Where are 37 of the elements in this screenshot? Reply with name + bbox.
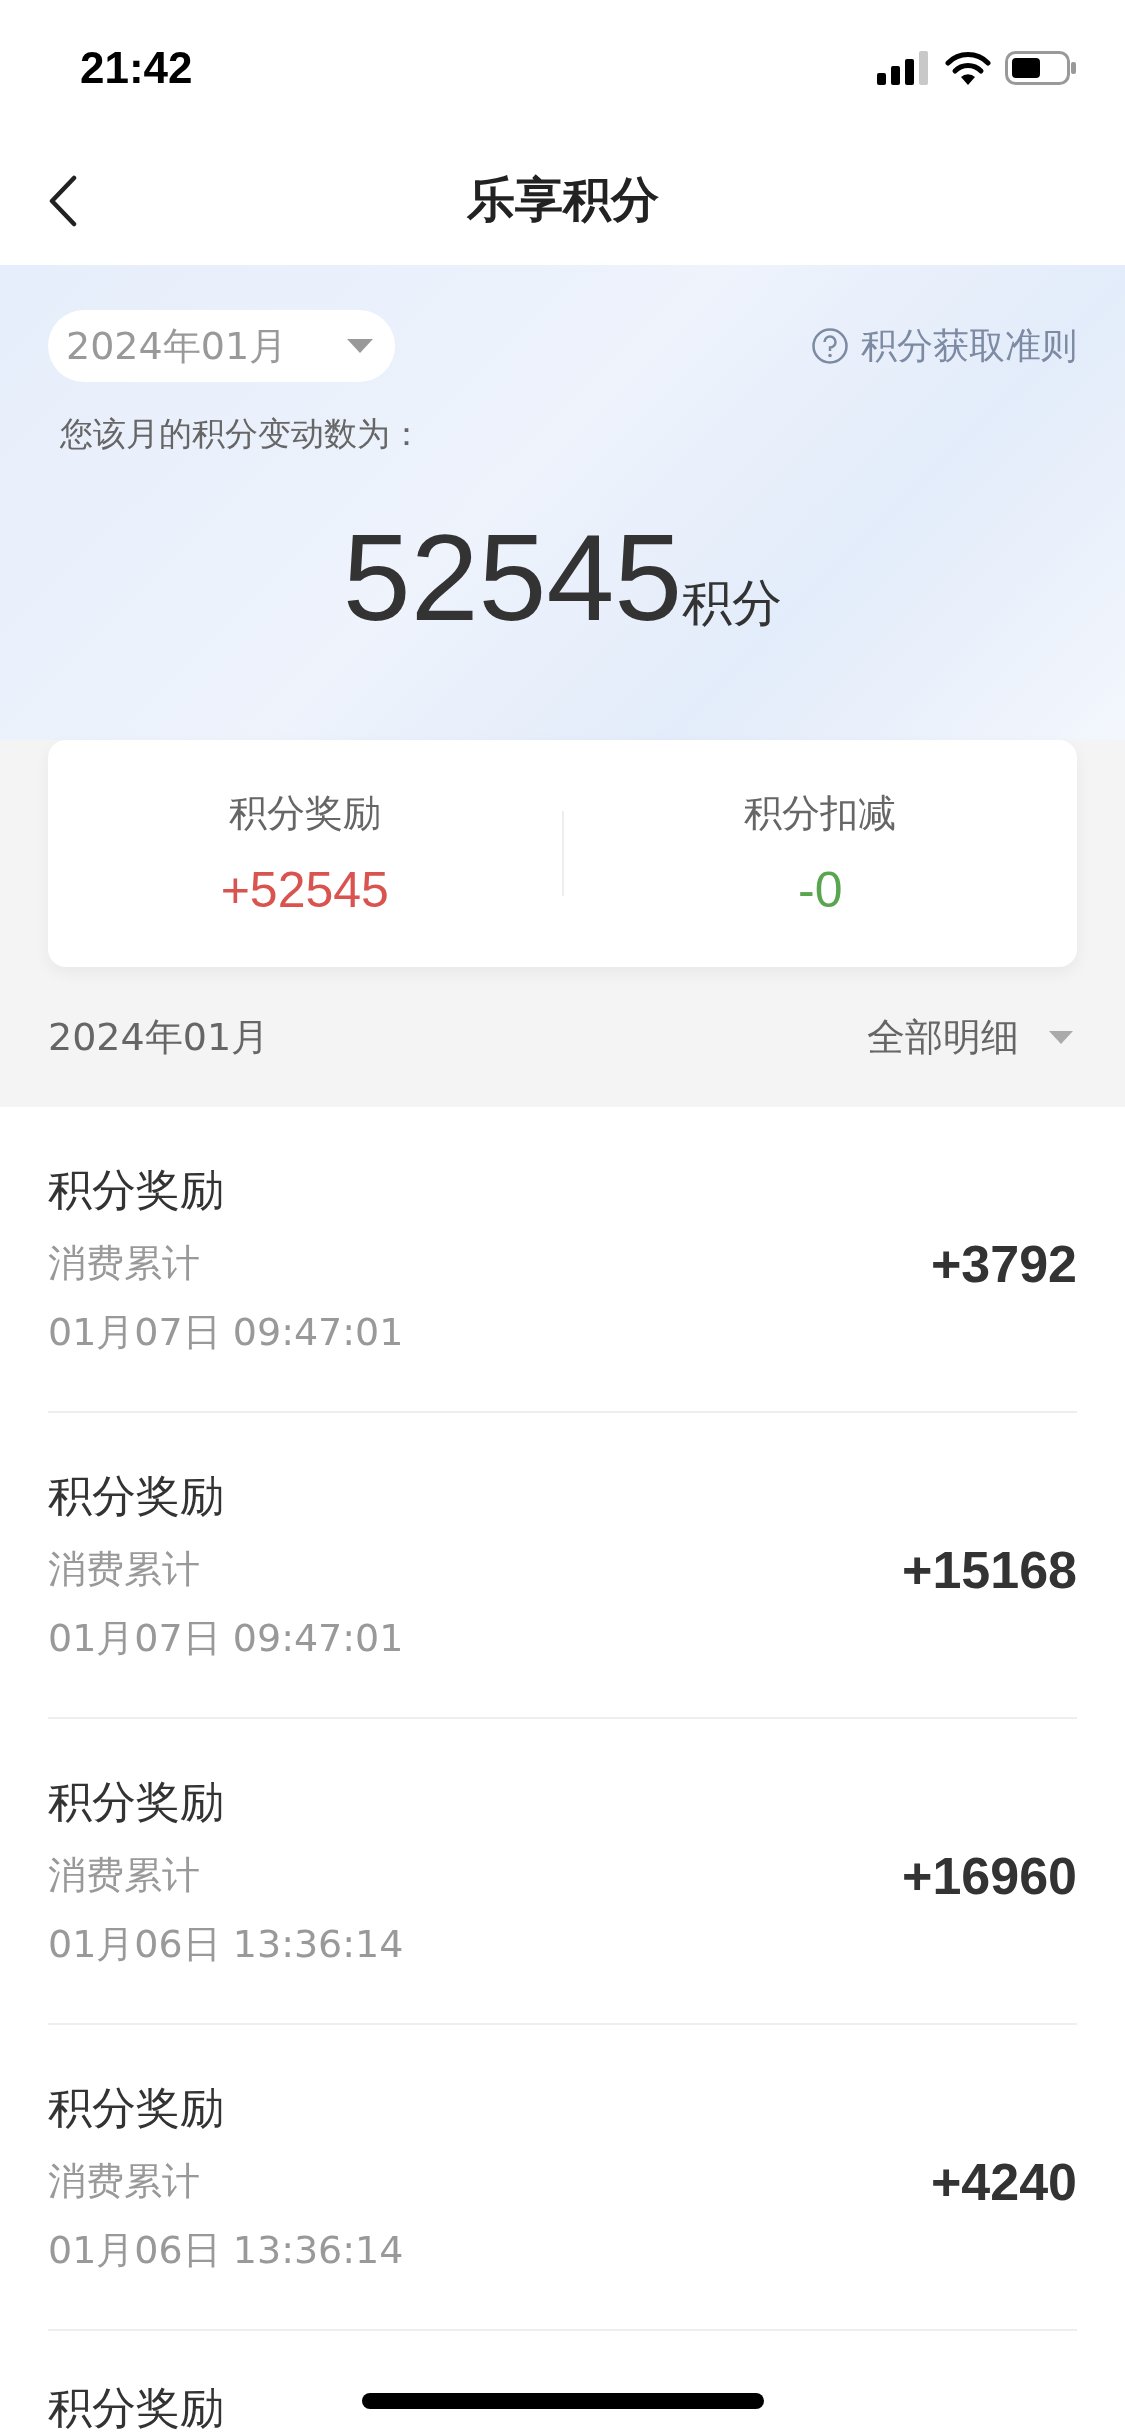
caret-icon [347, 339, 374, 353]
list-month: 2024年01月 [48, 1013, 270, 1061]
status-time: 21:42 [80, 42, 193, 93]
summary-value: +52545 [220, 861, 389, 919]
record-source: 消费累计 [48, 2157, 201, 2205]
help-icon[interactable] [811, 327, 849, 365]
record-time: 01月07日 09:47:01 [48, 1614, 404, 1662]
record-amount: +15168 [902, 1540, 1077, 1600]
record-amount: +16960 [902, 1846, 1077, 1906]
record-amount: +4240 [930, 2152, 1077, 2212]
record-title: 积分奖励 [48, 1162, 225, 1217]
total-points: 52545 [342, 517, 683, 639]
record-source: 消费累计 [48, 1851, 201, 1899]
points-unit: 积分 [682, 573, 783, 634]
record-source: 消费累计 [48, 1545, 201, 1593]
record-time: 01月06日 13:36:14 [48, 2226, 404, 2274]
summary-label: 积分奖励 [228, 790, 381, 837]
record-time: 01月06日 13:36:14 [48, 1920, 404, 1968]
filter-dropdown[interactable]: 全部明细 [863, 1011, 1077, 1063]
caret-icon [1049, 1030, 1073, 1044]
back-icon[interactable] [48, 175, 78, 227]
caption-text: 您该月的积分变动数为： [59, 413, 424, 455]
record-source: 消费累计 [48, 1239, 201, 1287]
battery-icon [1005, 50, 1077, 85]
record-title: 积分奖励 [48, 2381, 224, 2435]
page-title: 乐享积分 [466, 170, 659, 229]
summary-value: -0 [798, 861, 843, 919]
record-amount: +3792 [930, 1234, 1077, 1294]
month-picker[interactable]: 2024年01月 [48, 310, 396, 382]
rules-link[interactable]: 积分获取准则 [861, 321, 1077, 371]
record-title: 积分奖励 [48, 2080, 225, 2135]
wifi-icon [945, 50, 991, 85]
record-title: 积分奖励 [48, 1468, 225, 1523]
record-time: 01月07日 09:47:01 [48, 1308, 404, 1356]
summary-label: 积分扣减 [744, 790, 897, 837]
signal-icon [877, 50, 931, 85]
record-title: 积分奖励 [48, 1774, 225, 1829]
